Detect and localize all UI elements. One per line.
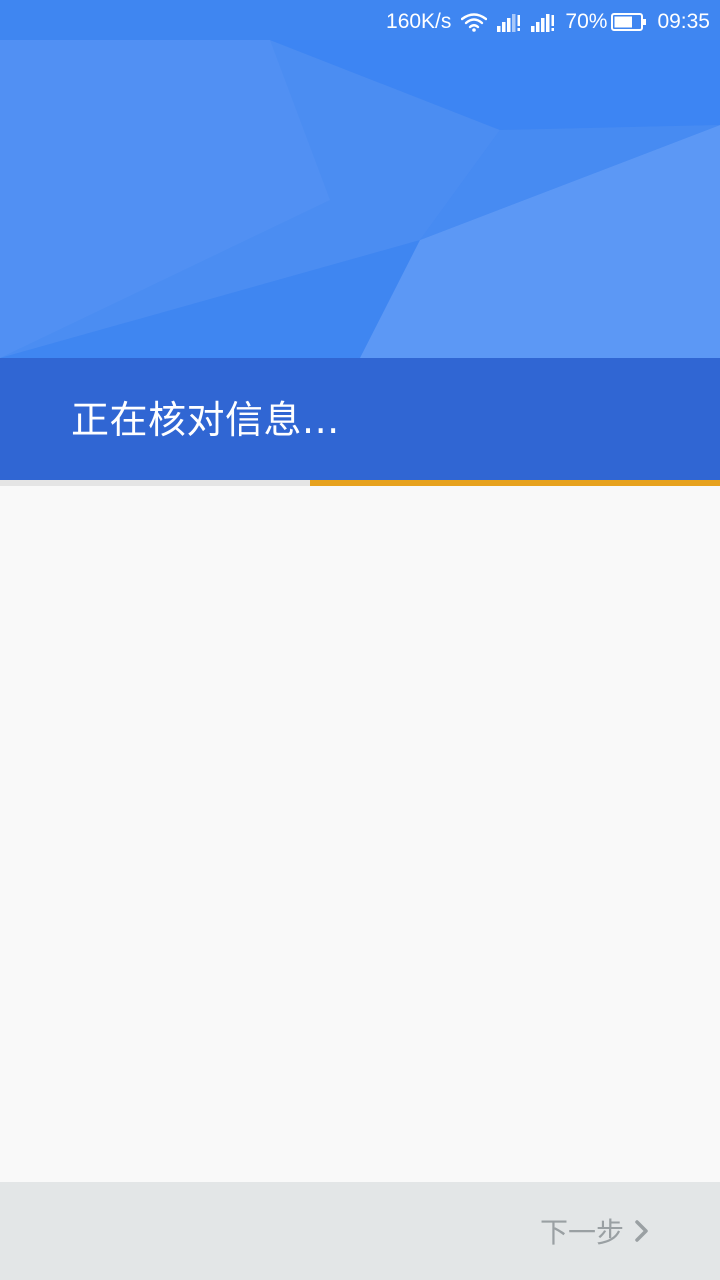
status-bar: 160K/s 70% 09:35 (0, 0, 720, 44)
battery-percent: 70% (565, 10, 608, 33)
content-area (0, 486, 720, 1182)
header-hero: 160K/s 70% 09:35 正在核对信息... (0, 0, 720, 480)
screen: 160K/s 70% 09:35 正在核对信息... 下一步 (0, 0, 720, 1280)
title-band: 正在核对信息... (0, 358, 720, 480)
net-speed: 160K/s (386, 10, 452, 33)
battery-status: 70% (565, 10, 647, 34)
clock: 09:35 (657, 10, 710, 33)
battery-icon (611, 12, 647, 32)
signal-icon-sim1 (497, 12, 521, 32)
wifi-icon (461, 12, 488, 32)
chevron-right-icon (634, 1219, 650, 1243)
page-title: 正在核对信息... (71, 397, 340, 442)
signal-icon-sim2 (531, 12, 555, 32)
next-button[interactable]: 下一步 (540, 1182, 650, 1280)
bottom-navigation-bar: 下一步 (0, 1182, 720, 1280)
next-button-label: 下一步 (539, 1216, 624, 1249)
